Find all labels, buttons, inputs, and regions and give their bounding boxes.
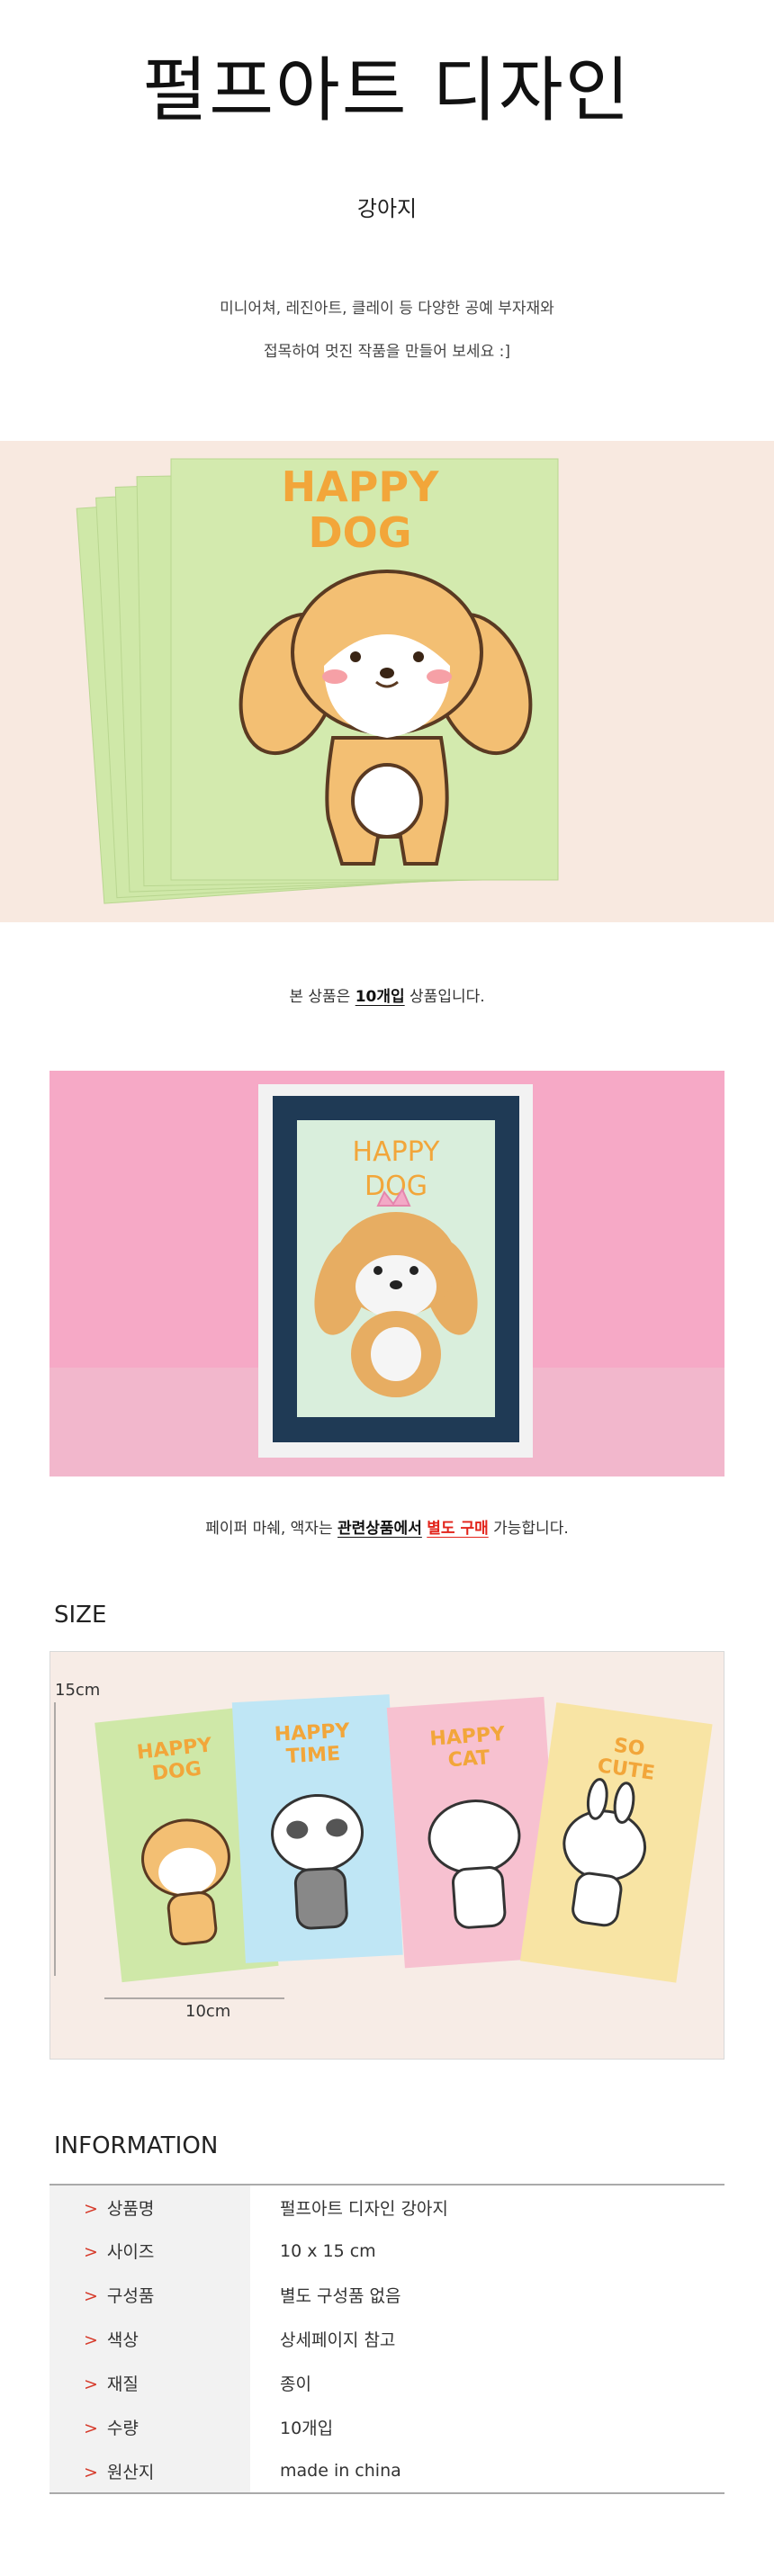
table-row: > 수량 10개입 — [50, 2405, 724, 2449]
info-key: 사이즈 — [106, 2242, 155, 2262]
info-value: 10개입 — [280, 2419, 334, 2438]
size-photo: 15cm 10cm HAPPY DOG HAPPY TIME HAPPY CAT… — [50, 1651, 724, 2060]
framed-artwork-photo: HAPPY DOG — [50, 1071, 724, 1476]
table-row: > 사이즈 10 x 15 cm — [50, 2229, 724, 2273]
product-photo-cards: HAPPY DOG — [0, 441, 774, 922]
quantity-note-highlight: 10개입 — [355, 988, 405, 1006]
chevron-right-icon: > — [84, 2198, 98, 2219]
size-card-2-line-2: TIME — [285, 1743, 340, 1768]
description-line-1: 미니어쳐, 레진아트, 클레이 등 다양한 공예 부자재와 — [220, 300, 554, 318]
chevron-right-icon: > — [84, 2374, 98, 2394]
page-subtitle: 강아지 — [356, 196, 418, 221]
info-value: 별도 구성품 없음 — [280, 2286, 401, 2306]
info-key-cell: > 구성품 — [50, 2273, 250, 2317]
framed-artwork-illustration: HAPPY DOG — [50, 1071, 724, 1476]
info-key-cell: > 수량 — [50, 2405, 250, 2449]
info-key: 수량 — [106, 2419, 139, 2438]
page-title: 펄프아트 디자인 — [142, 50, 632, 131]
card-text-happy: HAPPY — [282, 462, 440, 511]
chevron-right-icon: > — [84, 2419, 98, 2438]
info-key: 재질 — [106, 2374, 139, 2394]
frame-note-suffix: 가능합니다. — [488, 1520, 569, 1538]
info-value: 상세페이지 참고 — [280, 2330, 396, 2350]
quantity-note: 본 상품은 10개입 상품입니다. — [0, 983, 774, 1006]
frame-purchase-note: 페이퍼 마쉐, 액자는 관련상품에서 별도 구매 가능합니다. — [0, 1515, 774, 1538]
table-row: > 원산지 made in china — [50, 2449, 724, 2493]
frame-text-dog: DOG — [364, 1171, 428, 1202]
chevron-right-icon: > — [84, 2242, 98, 2262]
frame-note-prefix: 페이퍼 마쉐, 액자는 — [205, 1520, 338, 1538]
table-row: > 색상 상세페이지 참고 — [50, 2317, 724, 2361]
description-line-2: 접목하여 멋진 작품을 만들어 보세요 :] — [264, 343, 510, 361]
quantity-note-suffix: 상품입니다. — [404, 988, 485, 1006]
stacked-cards-illustration: HAPPY DOG — [76, 458, 559, 904]
info-key: 색상 — [106, 2330, 139, 2350]
width-label: 10cm — [185, 2002, 230, 2021]
info-value: 10 x 15 cm — [280, 2240, 376, 2261]
table-row: > 구성품 별도 구성품 없음 — [50, 2273, 724, 2317]
info-key: 원산지 — [106, 2462, 155, 2482]
chevron-right-icon: > — [84, 2330, 98, 2350]
quantity-note-prefix: 본 상품은 — [289, 988, 356, 1006]
information-section-title: INFORMATION — [54, 2132, 219, 2159]
info-value: 펄프아트 디자인 강아지 — [280, 2198, 448, 2219]
info-key-cell: > 재질 — [50, 2361, 250, 2405]
height-label: 15cm — [55, 1681, 100, 1700]
info-key: 구성품 — [106, 2286, 155, 2306]
size-section-title: SIZE — [54, 1602, 107, 1629]
info-key: 상품명 — [106, 2198, 155, 2219]
table-row: > 재질 종이 — [50, 2361, 724, 2405]
info-key-cell: > 사이즈 — [50, 2229, 250, 2273]
info-key-cell: > 원산지 — [50, 2449, 250, 2493]
chevron-right-icon: > — [84, 2462, 98, 2482]
chevron-right-icon: > — [84, 2286, 98, 2306]
info-key-cell: > 상품명 — [50, 2185, 250, 2229]
information-table: > 상품명 펄프아트 디자인 강아지 > 사이즈 10 x 15 cm > 구성품 별… — [50, 2184, 724, 2494]
info-value: made in china — [280, 2461, 401, 2481]
info-key-cell: > 색상 — [50, 2317, 250, 2361]
info-value: 종이 — [280, 2374, 311, 2394]
size-cards-illustration: 15cm 10cm HAPPY DOG HAPPY TIME HAPPY CAT… — [50, 1652, 724, 2059]
separate-purchase-highlight: 별도 구매 — [427, 1520, 489, 1538]
card-text-dog: DOG — [308, 508, 411, 557]
size-card-3-line-2: CAT — [447, 1746, 490, 1772]
frame-text-happy: HAPPY — [353, 1136, 441, 1168]
related-products-link[interactable]: 관련상품에서 — [338, 1520, 422, 1538]
table-row: > 상품명 펄프아트 디자인 강아지 — [50, 2185, 724, 2229]
